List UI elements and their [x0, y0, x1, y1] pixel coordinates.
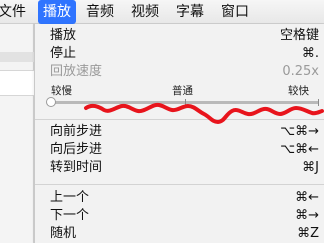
background-toolbar	[0, 52, 34, 62]
menu-item-value: 0.25x	[282, 64, 319, 79]
menu-item-label: 上一个	[50, 190, 90, 205]
menu-item-label: 向后步进	[50, 142, 103, 157]
menu-item-shortcut: 空格键	[279, 28, 319, 43]
menu-item-stop[interactable]: 停止 ⌘.	[35, 45, 324, 63]
speed-tick-normal	[185, 99, 186, 106]
menu-item-step-forward[interactable]: 向前步进 ⌥⌘→	[35, 123, 324, 141]
menu-item-shortcut: ⌥⌘→	[280, 124, 319, 139]
speed-tick-fast	[318, 99, 319, 106]
menu-separator	[35, 184, 324, 185]
menu-item-playback-speed: 回放速度 0.25x	[35, 63, 324, 81]
menu-item-label: 回放速度	[50, 64, 103, 79]
menu-item-shuffle[interactable]: 随机 ⌘Z	[35, 225, 324, 243]
menu-item-play[interactable]: 播放 空格键	[35, 27, 324, 45]
menu-audio[interactable]: 音频	[86, 0, 114, 24]
menu-play[interactable]: 播放	[38, 0, 76, 24]
speed-slider-labels: 较慢 普通 较快	[35, 83, 324, 97]
menu-item-step-backward[interactable]: 向后步进 ⌥⌘←	[35, 141, 324, 159]
menu-item-label: 下一个	[50, 208, 90, 223]
background-list-row	[0, 70, 34, 96]
menu-item-next[interactable]: 下一个 ⌘→	[35, 207, 324, 225]
speed-slow-label: 较慢	[51, 85, 72, 97]
menu-item-shortcut: ⌘.	[301, 46, 319, 61]
menu-item-label: 随机	[50, 226, 77, 241]
menu-separator	[35, 119, 324, 120]
menu-subtitle[interactable]: 字幕	[176, 0, 204, 24]
menu-item-shortcut: ⌘←	[295, 190, 319, 205]
menu-item-shortcut: ⌥⌘←	[280, 142, 319, 157]
menu-item-label: 停止	[50, 46, 77, 61]
menu-item-previous[interactable]: 上一个 ⌘←	[35, 189, 324, 207]
menu-window[interactable]: 窗口	[221, 0, 249, 24]
speed-slider-knob[interactable]	[46, 97, 56, 107]
play-menu-dropdown: 播放 空格键 停止 ⌘. 回放速度 0.25x 较慢 普通 较快 向前步进 ⌥⌘…	[34, 24, 324, 243]
menu-video[interactable]: 视频	[131, 0, 159, 24]
screen: 文件 播放 音频 视频 字幕 窗口 播放 空格键 停止 ⌘. 回放速度 0.25…	[0, 0, 324, 243]
background-window	[0, 24, 34, 243]
menu-item-label: 向前步进	[50, 124, 103, 139]
menu-file[interactable]: 文件	[0, 0, 38, 24]
menu-item-shortcut: ⌘Z	[297, 226, 319, 241]
menu-item-label: 播放	[50, 28, 77, 43]
speed-normal-label: 普通	[172, 85, 193, 97]
menu-item-go-to-time[interactable]: 转到时间 ⌘J	[35, 159, 324, 177]
speed-fast-label: 较快	[288, 85, 309, 97]
menu-item-shortcut: ⌘J	[302, 160, 319, 175]
speed-slider[interactable]	[46, 97, 319, 107]
menu-bar: 文件 播放 音频 视频 字幕 窗口	[0, 0, 324, 24]
menu-item-label: 转到时间	[50, 160, 103, 175]
menu-item-shortcut: ⌘→	[295, 208, 319, 223]
